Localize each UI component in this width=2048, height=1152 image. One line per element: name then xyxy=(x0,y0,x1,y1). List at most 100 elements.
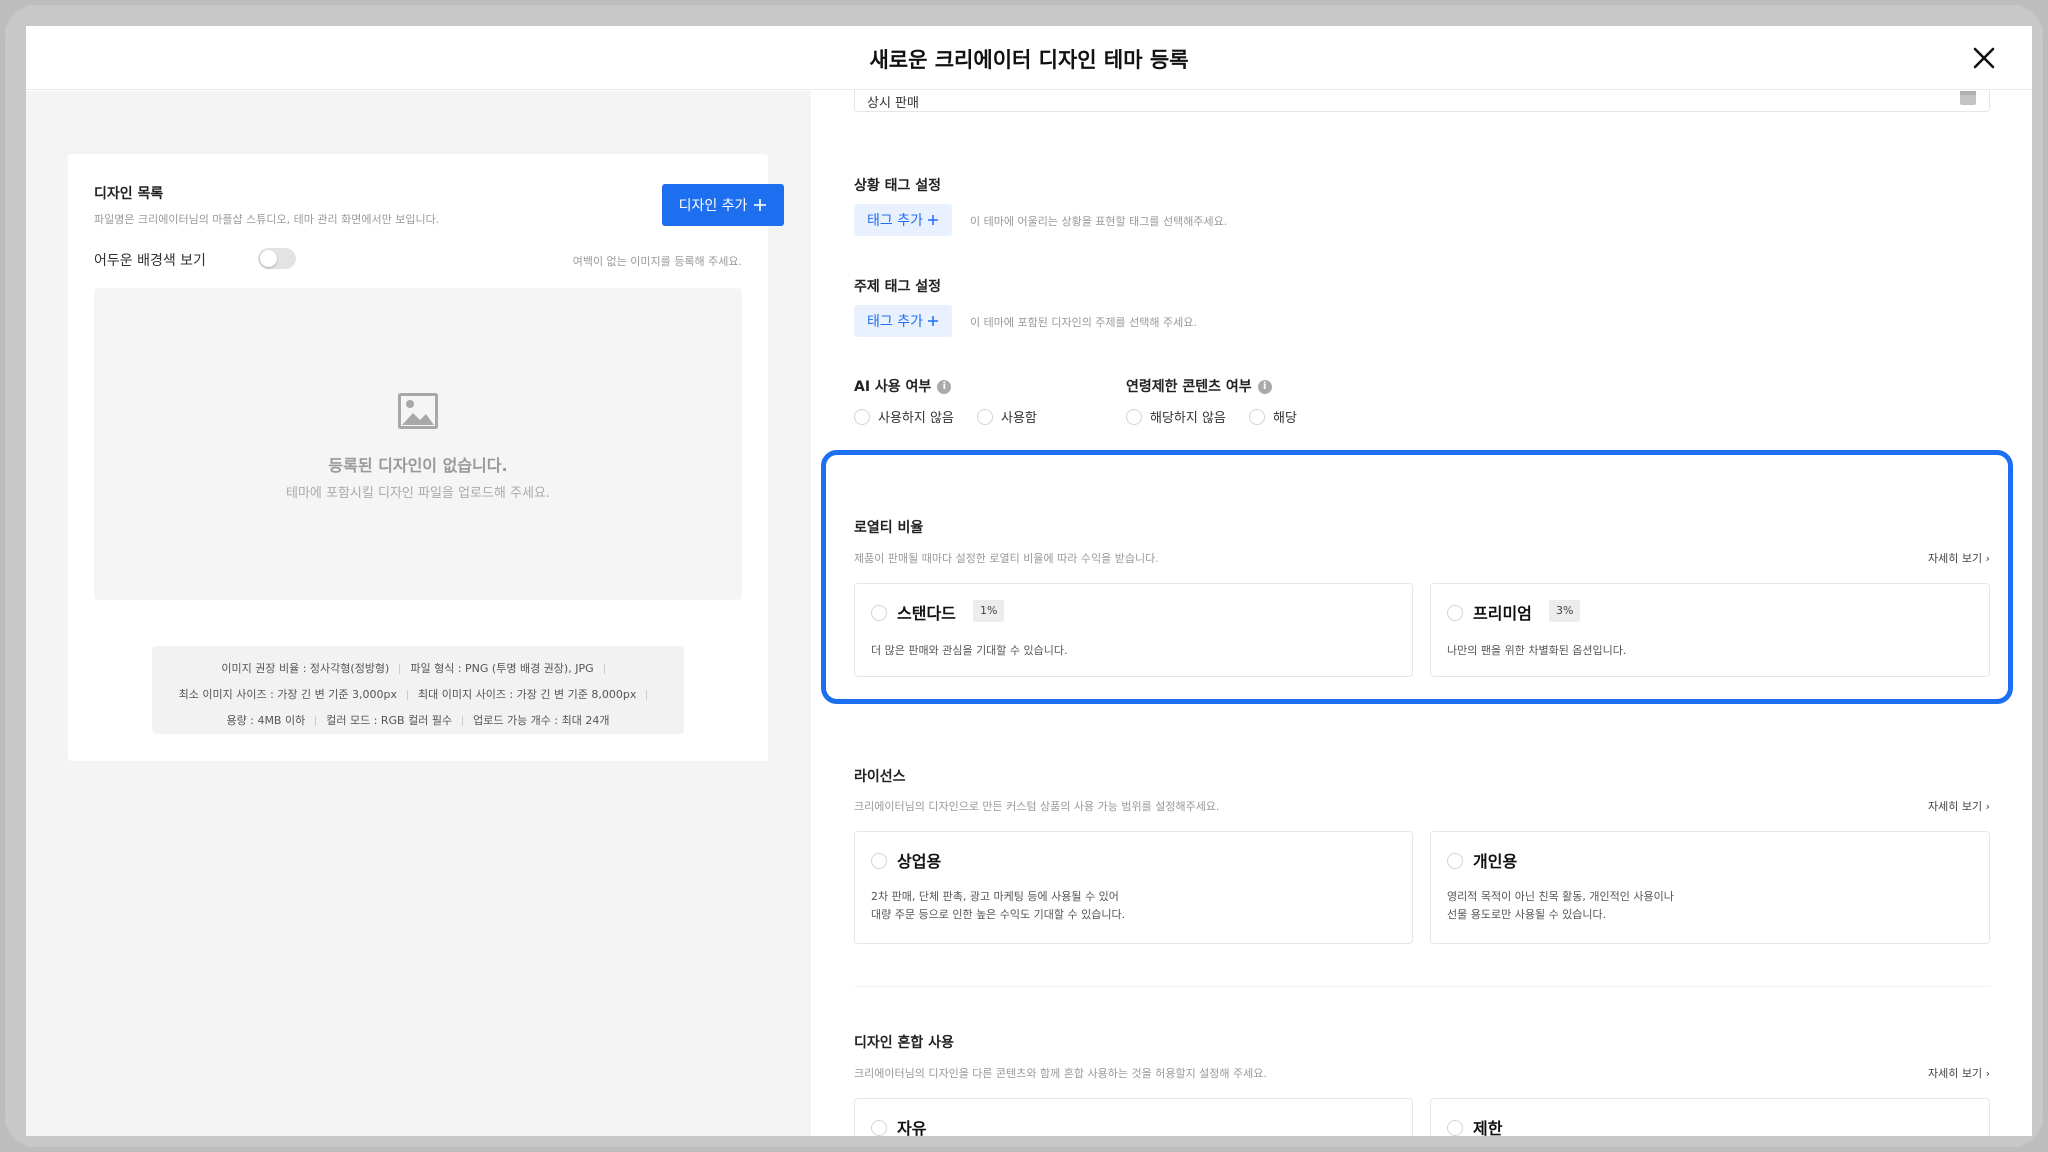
close-icon xyxy=(1973,47,1995,69)
radio-label: 해당 xyxy=(1273,411,1297,426)
age-limit-title-text: 연령제한 콘텐츠 여부 xyxy=(1126,379,1252,395)
mix-use-option-restricted[interactable]: 제한 xyxy=(1430,1098,1990,1136)
license-title: 라이선스 xyxy=(854,769,906,785)
detail-label: 자세히 보기 xyxy=(1927,1067,1983,1080)
option-title: 프리미엄 xyxy=(1473,604,1532,623)
royalty-title: 로열티 비율 xyxy=(854,520,924,536)
situation-tag-add-button[interactable]: 태그 추가 xyxy=(854,204,952,236)
dark-background-label: 어두운 배경색 보기 xyxy=(94,253,206,269)
image-spec-box: 이미지 권장 비율 : 정사각형(정방형) 파일 형식 : PNG (투명 배경 … xyxy=(152,646,684,734)
spec-line: 최소 이미지 사이즈 : 가장 긴 변 기준 3,000px 최대 이미지 사이즈… xyxy=(152,682,684,708)
spec-format: 파일 형식 : PNG (투명 배경 권장), JPG xyxy=(410,662,594,675)
mix-use-desc: 크리에이터님의 디자인을 다른 콘텐츠와 함께 혼합 사용하는 것을 허용할지 … xyxy=(854,1067,1267,1080)
mix-use-detail-link[interactable]: 자세히 보기 › xyxy=(1928,1065,1990,1081)
spec-color-mode: 컬러 모드 : RGB 컬러 필수 xyxy=(326,714,453,727)
royalty-desc: 제품이 판매될 때마다 설정한 로열티 비율에 따라 수익을 받습니다. xyxy=(854,552,1159,565)
chevron-right-icon: › xyxy=(1985,1067,1990,1080)
license-desc: 크리에이터님의 디자인으로 만든 커스텀 상품의 사용 가능 범위를 설정해주세… xyxy=(854,800,1220,813)
add-design-button[interactable]: 디자인 추가 xyxy=(662,184,784,226)
option-desc-line: 2차 판매, 단체 판촉, 광고 마케팅 등에 사용될 수 있어 xyxy=(871,890,1119,903)
option-title: 자유 xyxy=(897,1119,927,1136)
chevron-right-icon: › xyxy=(1985,552,1990,565)
modal-header: 새로운 크리에이터 디자인 테마 등록 xyxy=(26,26,2032,90)
radio-circle xyxy=(1126,408,1142,425)
spec-max-count: 업로드 가능 개수 : 최대 24개 xyxy=(473,714,610,727)
modal-title: 새로운 크리에이터 디자인 테마 등록 xyxy=(869,48,1189,72)
toggle-knob xyxy=(260,250,277,267)
theme-settings-pane: 상시 판매 상황 태그 설정 태그 추가 이 테마에 어울리는 상황을 표현할 … xyxy=(811,71,2032,1136)
detail-label: 자세히 보기 xyxy=(1927,800,1983,813)
empty-design-title: 등록된 디자인이 없습니다. xyxy=(328,456,508,475)
empty-design-subtitle: 테마에 포함시킬 디자인 파일을 업로드해 주세요. xyxy=(286,486,550,501)
situation-tag-title: 상황 태그 설정 xyxy=(854,178,942,194)
spec-capacity: 용량 : 4MB 이하 xyxy=(226,714,306,727)
situation-tag-hint: 이 테마에 어울리는 상황을 표현할 태그를 선택해주세요. xyxy=(970,215,1228,228)
royalty-badge: 1% xyxy=(973,600,1005,622)
radio-circle xyxy=(871,853,887,869)
mix-use-option-free[interactable]: 자유 xyxy=(854,1098,1413,1136)
spec-min-size: 최소 이미지 사이즈 : 가장 긴 변 기준 3,000px xyxy=(178,688,397,701)
sale-period-value: 상시 판매 xyxy=(867,96,919,111)
image-placeholder-icon xyxy=(398,393,438,429)
option-desc: 더 많은 판매와 관심을 기대할 수 있습니다. xyxy=(871,644,1068,657)
section-divider xyxy=(854,986,1990,987)
radio-label: 사용하지 않음 xyxy=(878,411,954,426)
add-design-label: 디자인 추가 xyxy=(678,198,748,214)
plus-icon xyxy=(754,199,767,211)
royalty-option-standard[interactable]: 스탠다드 1% 더 많은 판매와 관심을 기대할 수 있습니다. xyxy=(854,583,1413,677)
modal-screen: 새로운 크리에이터 디자인 테마 등록 디자인 목록 파일명은 크리에이터님의 … xyxy=(26,26,2032,1136)
license-option-personal[interactable]: 개인용 영리적 목적이 아닌 친목 활동, 개인적인 사용이나 선물 용도로만 … xyxy=(1430,831,1990,944)
device-frame: 새로운 크리에이터 디자인 테마 등록 디자인 목록 파일명은 크리에이터님의 … xyxy=(5,5,2043,1147)
radio-circle xyxy=(871,605,887,621)
option-desc: 2차 판매, 단체 판촉, 광고 마케팅 등에 사용될 수 있어 대량 주문 등… xyxy=(871,888,1125,924)
ai-use-option-yes[interactable]: 사용함 xyxy=(977,407,1037,426)
ai-use-title: AI 사용 여부 i xyxy=(854,376,952,396)
close-button[interactable] xyxy=(1970,44,1998,72)
design-upload-area[interactable]: 등록된 디자인이 없습니다. 테마에 포함시킬 디자인 파일을 업로드해 주세요… xyxy=(94,288,742,600)
spec-max-size: 최대 이미지 사이즈 : 가장 긴 변 기준 8,000px xyxy=(418,688,637,701)
radio-label: 해당하지 않음 xyxy=(1150,411,1226,426)
design-list-card: 디자인 목록 파일명은 크리에이터님의 마플샵 스튜디오, 테마 관리 화면에서… xyxy=(68,154,784,761)
age-limit-title: 연령제한 콘텐츠 여부 i xyxy=(1126,376,1272,396)
tag-add-label: 태그 추가 xyxy=(867,314,923,330)
royalty-option-premium[interactable]: 프리미엄 3% 나만의 팬을 위한 차별화된 옵션입니다. xyxy=(1430,583,1990,677)
topic-tag-add-button[interactable]: 태그 추가 xyxy=(854,305,952,337)
topic-tag-hint: 이 테마에 포함된 디자인의 주제를 선택해 주세요. xyxy=(970,316,1197,329)
radio-label: 사용함 xyxy=(1001,411,1037,426)
age-limit-option-no[interactable]: 해당하지 않음 xyxy=(1126,407,1226,426)
ai-use-title-text: AI 사용 여부 xyxy=(854,379,932,395)
license-option-commercial[interactable]: 상업용 2차 판매, 단체 판촉, 광고 마케팅 등에 사용될 수 있어 대량 … xyxy=(854,831,1413,944)
radio-circle xyxy=(977,408,993,425)
mix-use-title: 디자인 혼합 사용 xyxy=(854,1035,954,1051)
detail-label: 자세히 보기 xyxy=(1927,552,1983,565)
age-limit-option-yes[interactable]: 해당 xyxy=(1249,407,1297,426)
option-title: 제한 xyxy=(1473,1119,1503,1136)
license-detail-link[interactable]: 자세히 보기 › xyxy=(1928,798,1990,814)
radio-circle xyxy=(1447,605,1463,621)
radio-circle xyxy=(1447,853,1463,869)
topic-tag-title: 주제 태그 설정 xyxy=(854,279,942,295)
option-desc-line: 선물 용도로만 사용될 수 있습니다. xyxy=(1447,908,1607,921)
option-desc: 나만의 팬을 위한 차별화된 옵션입니다. xyxy=(1447,644,1627,657)
design-list-pane: 디자인 목록 파일명은 크리에이터님의 마플샵 스튜디오, 테마 관리 화면에서… xyxy=(26,91,811,1136)
dark-background-toggle[interactable] xyxy=(258,248,296,269)
plus-icon xyxy=(927,316,938,326)
ai-use-option-no[interactable]: 사용하지 않음 xyxy=(854,407,954,426)
royalty-badge: 3% xyxy=(1549,600,1581,622)
option-desc: 영리적 목적이 아닌 친목 활동, 개인적인 사용이나 선물 용도로만 사용될 … xyxy=(1447,888,1674,924)
option-title: 상업용 xyxy=(897,852,942,871)
no-margin-hint: 여백이 없는 이미지를 등록해 주세요. xyxy=(572,255,742,268)
radio-circle xyxy=(871,1120,887,1136)
tag-add-label: 태그 추가 xyxy=(867,213,923,229)
radio-circle xyxy=(1249,408,1265,425)
royalty-detail-link[interactable]: 자세히 보기 › xyxy=(1928,550,1990,566)
design-list-title: 디자인 목록 xyxy=(94,186,164,202)
option-title: 스탠다드 xyxy=(897,604,956,623)
info-icon[interactable]: i xyxy=(937,380,952,394)
spec-line: 이미지 권장 비율 : 정사각형(정방형) 파일 형식 : PNG (투명 배경 … xyxy=(152,656,684,682)
plus-icon xyxy=(927,215,938,225)
spec-line: 용량 : 4MB 이하 컬러 모드 : RGB 컬러 필수 업로드 가능 개수 : … xyxy=(152,708,684,734)
info-icon[interactable]: i xyxy=(1257,380,1272,394)
radio-circle xyxy=(1447,1120,1463,1136)
chevron-right-icon: › xyxy=(1985,800,1990,813)
